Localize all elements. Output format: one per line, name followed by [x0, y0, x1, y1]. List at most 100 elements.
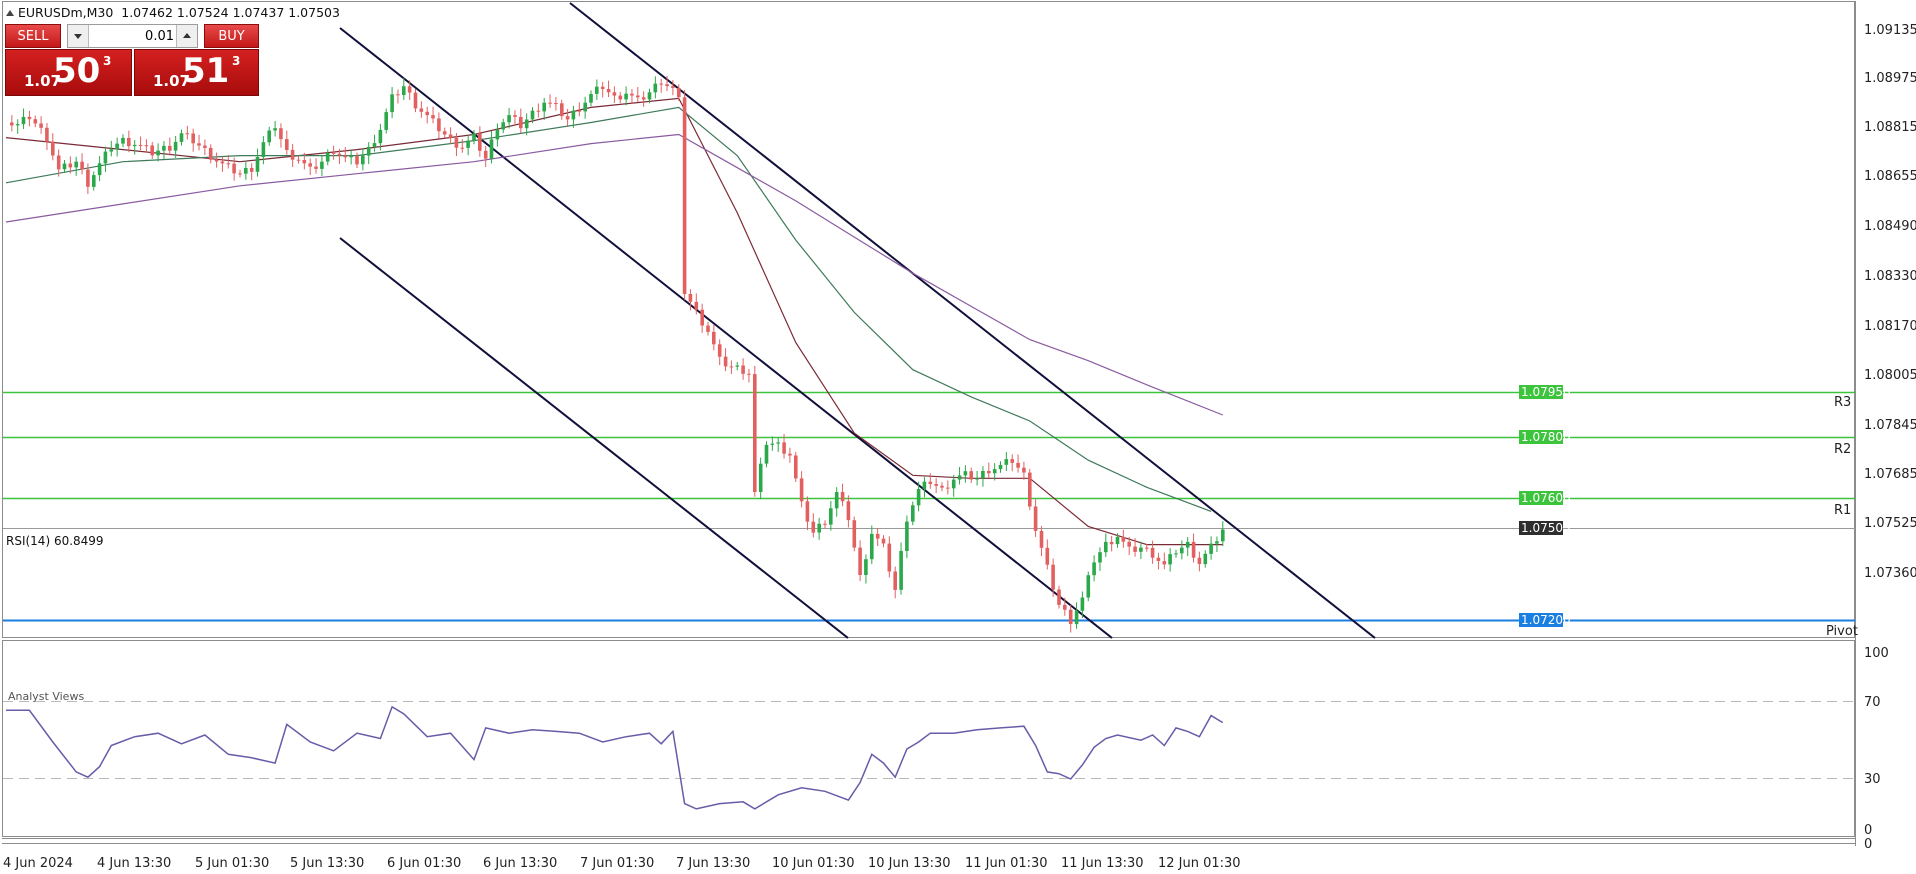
candle — [507, 107, 511, 129]
candle — [80, 153, 84, 175]
candle-body — [560, 103, 564, 117]
price-tag-r2: 1.07800 — [1519, 430, 1571, 444]
collapse-triangle-icon[interactable] — [6, 10, 14, 16]
time-axis[interactable]: 4 Jun 2024 4 Jun 13:30 5 Jun 01:30 5 Jun… — [3, 856, 1241, 871]
candle-body — [320, 161, 324, 169]
time-label: 6 Jun 01:30 — [387, 856, 461, 871]
candle-body — [1022, 467, 1026, 473]
candle-body — [618, 95, 623, 100]
candle-body — [296, 159, 301, 161]
buy-price-quote[interactable]: 1.07 51 3 — [134, 49, 259, 96]
candle — [1033, 499, 1038, 537]
candle-body — [507, 115, 511, 123]
candle-body — [279, 128, 283, 140]
candle — [817, 517, 821, 540]
candle-body — [875, 533, 880, 539]
price-axis[interactable]: 1.09135 1.08975 1.08815 1.08655 1.08490 … — [1864, 23, 1916, 581]
candle-body — [1086, 575, 1091, 598]
candle-body — [238, 173, 242, 175]
price-panel-border — [2, 1, 1855, 638]
candle-body — [665, 84, 669, 87]
candle-body — [366, 146, 371, 156]
candle — [636, 87, 640, 103]
candle — [1162, 552, 1167, 570]
candle-body — [589, 94, 593, 103]
lot-size-stepper[interactable] — [67, 24, 198, 48]
candle — [255, 148, 260, 177]
candle-body — [788, 453, 792, 456]
candle-body — [115, 143, 119, 150]
price-tick: 1.08815 — [1864, 120, 1916, 135]
candle — [758, 457, 763, 500]
candle — [946, 480, 950, 495]
candle-body — [1197, 557, 1202, 564]
candle-body — [267, 130, 271, 143]
candle — [355, 152, 359, 168]
candle-body — [717, 344, 722, 357]
candle — [103, 146, 108, 172]
moving-averages — [5, 97, 1224, 546]
candle — [922, 476, 927, 498]
candle — [425, 106, 429, 124]
sell-button[interactable]: SELL — [5, 24, 61, 48]
candle — [1104, 533, 1108, 557]
candle-body — [402, 86, 406, 95]
marker-r2: R2 — [1834, 442, 1851, 457]
candle — [1191, 533, 1196, 563]
rsi-tick: 100 — [1864, 646, 1889, 661]
candle — [840, 483, 845, 507]
candle-body — [261, 142, 266, 157]
candle-body — [179, 133, 184, 142]
candle — [513, 110, 517, 126]
candle — [834, 487, 839, 517]
candle-body — [624, 93, 628, 100]
candle-body — [285, 139, 289, 150]
candle — [899, 542, 903, 595]
candle-body — [62, 163, 67, 170]
time-label: 5 Jun 01:30 — [195, 856, 269, 871]
candle — [1074, 602, 1079, 629]
lot-size-input[interactable] — [90, 25, 176, 47]
chart-canvas[interactable]: R3 R2 R1 Pivot 1.09135 1.08975 1.08815 1… — [0, 0, 1916, 874]
candle — [27, 110, 32, 127]
candle-body — [390, 94, 394, 113]
candle — [712, 324, 716, 351]
candle-body — [249, 168, 254, 172]
candle-body — [723, 356, 728, 367]
candle — [495, 123, 500, 147]
candle — [659, 78, 663, 93]
candle-body — [706, 325, 710, 332]
candle — [823, 520, 827, 529]
candle — [981, 466, 985, 487]
candle-body — [565, 116, 570, 120]
candle — [1197, 551, 1202, 572]
candle — [589, 90, 593, 107]
candle — [799, 471, 804, 508]
candle — [431, 106, 435, 124]
buy-button[interactable]: BUY — [204, 24, 259, 48]
candle-body — [905, 521, 909, 551]
candle-body — [325, 152, 330, 162]
candle-body — [659, 83, 663, 85]
rsi-line — [6, 705, 1224, 810]
candle — [390, 87, 394, 119]
sell-price-quote[interactable]: 1.07 50 3 — [5, 49, 132, 96]
lot-decrease-arrow-icon[interactable] — [68, 25, 89, 47]
candle — [179, 129, 184, 146]
candle — [10, 115, 14, 132]
lot-increase-arrow-icon[interactable] — [176, 25, 197, 47]
channel-line-upper-left[interactable] — [339, 27, 1113, 639]
candle-body — [173, 141, 178, 151]
channel-line-upper[interactable] — [569, 2, 1376, 639]
candle — [905, 515, 909, 559]
sell-price-fraction: 3 — [103, 54, 112, 68]
candle — [1180, 540, 1184, 560]
candle-body — [378, 129, 383, 144]
candle-body — [530, 110, 535, 120]
candle-body — [56, 155, 61, 170]
one-click-trading-panel: SELL BUY 1.07 50 3 1.07 51 3 — [5, 24, 259, 96]
candle — [1168, 548, 1172, 572]
candle-body — [606, 89, 611, 93]
candle — [372, 134, 377, 152]
candle — [1022, 461, 1026, 480]
